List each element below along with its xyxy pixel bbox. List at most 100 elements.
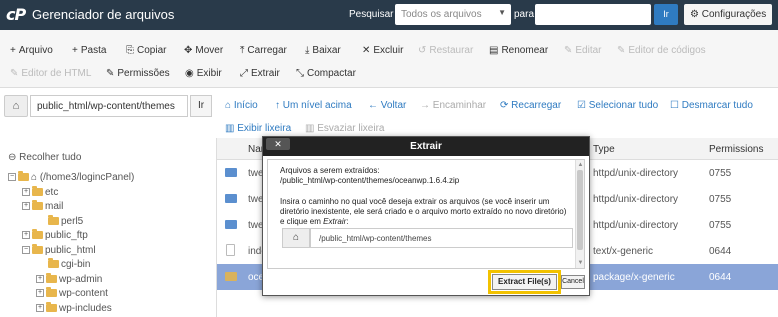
expand-icon[interactable]: +	[36, 303, 44, 312]
toolbar-label: Editor de HTML	[21, 68, 92, 79]
toolbar-carregar-button[interactable]: ⤒ Carregar	[240, 45, 287, 56]
nav-selecionar-tudo-button[interactable]: ☑ Selecionar tudo	[577, 100, 658, 111]
collapse-icon: ⊖	[8, 152, 17, 163]
scroll-thumb[interactable]	[577, 170, 583, 250]
toolbar-mover-button[interactable]: ✥ Mover	[184, 45, 223, 56]
dialog-title: Extrair	[263, 137, 589, 156]
column-header-permissions[interactable]: Permissions	[709, 144, 763, 155]
nav-icon: ⟳	[500, 100, 512, 111]
search-go-button[interactable]: Ir	[654, 4, 678, 25]
tree-item[interactable]: perl5	[36, 214, 83, 227]
nav-encaminhar-button[interactable]: → Encaminhar	[420, 100, 486, 111]
toolbar-icon: ✎	[106, 68, 115, 79]
collapse-all-button[interactable]: ⊖ Recolher tudo	[8, 152, 81, 163]
toolbar-icon: ✎	[564, 45, 573, 56]
expand-icon[interactable]: +	[22, 187, 30, 196]
expand-icon[interactable]: +	[36, 274, 44, 283]
dialog-scrollbar[interactable]: ▲ ▼	[575, 160, 584, 268]
toolbar-extrair-button[interactable]: ⤢ Extrair	[240, 68, 280, 79]
nav-label: Exibir lixeira	[237, 123, 292, 134]
search-input[interactable]	[535, 4, 651, 25]
toolbar-icon: +	[10, 45, 16, 56]
tree-item[interactable]: + mail	[22, 200, 63, 212]
toolbar-pasta-button[interactable]: + Pasta	[72, 45, 106, 56]
tree-item-label: wp-admin	[59, 273, 103, 285]
tree-item-label: (/home3/logincPanel)	[39, 172, 135, 183]
toolbar-icon: ▤	[489, 45, 499, 56]
collapse-icon[interactable]: −	[8, 173, 16, 182]
tree-item[interactable]: − ⌂ (/home3/logincPanel)	[8, 171, 135, 183]
collapse-icon[interactable]: −	[22, 245, 30, 254]
toolbar-editar-button[interactable]: ✎ Editar	[564, 45, 602, 56]
nav-label: Voltar	[380, 100, 407, 111]
scroll-down-icon[interactable]: ▼	[577, 260, 584, 266]
chevron-down-icon: ▼	[498, 8, 506, 17]
toolbar: + Arquivo + Pasta ⎘ Copiar ✥ Mover ⤒ Carregar ⤓ Bai…	[0, 30, 778, 88]
cancel-button[interactable]: Cancel	[561, 275, 585, 289]
nav-label: Encaminhar	[432, 100, 487, 111]
folder-tree: ⊖ Recolher tudo − ⌂ (/home3/logincPanel) +…	[0, 148, 215, 317]
nav-um-n-vel-acima-button[interactable]: ↑ Um nível acima	[275, 100, 352, 111]
expand-icon[interactable]: +	[36, 289, 44, 298]
tree-item[interactable]: + wp-includes	[36, 301, 112, 314]
folder-icon	[32, 229, 43, 240]
folder-icon	[46, 301, 57, 312]
toolbar-restaurar-button[interactable]: ↺ Restaurar	[418, 45, 473, 56]
folder-icon	[48, 258, 59, 269]
toolbar-label: Baixar	[312, 45, 341, 56]
toolbar-editor-de-html-button[interactable]: ✎ Editor de HTML	[10, 68, 91, 79]
toolbar-baixar-button[interactable]: ⤓ Baixar	[305, 45, 341, 56]
tree-item[interactable]: + wp-content	[36, 287, 108, 299]
toolbar-excluir-button[interactable]: ✕ Excluir	[362, 45, 403, 56]
toolbar-icon: ◉	[185, 68, 194, 79]
home-icon[interactable]: ⌂	[4, 95, 28, 117]
path-input[interactable]: public_html/wp-content/themes	[30, 95, 188, 117]
nav-recarregar-button[interactable]: ⟳ Recarregar	[500, 100, 561, 111]
toolbar-label: Extrair	[251, 68, 280, 79]
toolbar-copiar-button[interactable]: ⎘ Copiar	[126, 45, 166, 56]
file-icon	[226, 244, 235, 256]
toolbar-exibir-button[interactable]: ◉ Exibir	[185, 68, 222, 79]
home-icon[interactable]: ⌂	[282, 228, 310, 248]
toolbar-label: Arquivo	[18, 45, 53, 56]
nav-exibir-lixeira-button[interactable]: ▥ Exibir lixeira	[225, 123, 291, 134]
collapse-all-label: Recolher tudo	[19, 152, 82, 163]
tree-item[interactable]: + public_ftp	[22, 229, 88, 241]
toolbar-icon: ⤒	[240, 45, 245, 56]
toolbar-compactar-button[interactable]: ⤡ Compactar	[296, 68, 356, 79]
close-icon[interactable]: ✕	[266, 138, 290, 150]
toolbar-icon: ✥	[184, 45, 193, 56]
tree-item[interactable]: + etc	[22, 185, 58, 198]
extract-instructions: Insira o caminho no qual você deseja ext…	[280, 197, 567, 226]
folder-icon	[18, 171, 29, 182]
nav-esvaziar-lixeira-button[interactable]: ▥ Esvaziar lixeira	[305, 123, 384, 134]
toolbar-icon: ↺	[418, 45, 427, 56]
expand-icon[interactable]: +	[22, 231, 30, 240]
cell-type: httpd/unix-directory	[593, 220, 679, 231]
search-scope-value: Todos os arquivos	[401, 9, 482, 20]
toolbar-icon: +	[72, 45, 78, 56]
nav-voltar-button[interactable]: ← Voltar	[368, 100, 406, 111]
expand-icon[interactable]: +	[22, 202, 30, 211]
toolbar-icon: ⤡	[296, 68, 304, 79]
extract-path-input[interactable]: /public_html/wp-content/themes	[310, 228, 573, 248]
settings-button[interactable]: ⚙ Configurações	[684, 4, 772, 25]
toolbar-editor-de-c-digos-button[interactable]: ✎ Editor de códigos	[617, 45, 706, 56]
search-scope-select[interactable]: Todos os arquivos ▼	[395, 4, 511, 25]
tree-item[interactable]: + wp-admin	[36, 272, 103, 285]
cpanel-logo[interactable]: cP	[6, 5, 26, 24]
toolbar-renomear-button[interactable]: ▤ Renomear	[489, 45, 548, 56]
column-header-type[interactable]: Type	[593, 144, 615, 155]
tree-item[interactable]: − public_html	[22, 243, 96, 256]
path-go-button[interactable]: Ir	[190, 95, 212, 117]
tree-item[interactable]: cgi-bin	[36, 258, 90, 270]
nav-desmarcar-tudo-button[interactable]: ☐ Desmarcar tudo	[670, 100, 753, 111]
nav-in-cio-button[interactable]: ⌂ Início	[225, 100, 258, 111]
search-label: Pesquisar	[349, 9, 394, 20]
scroll-up-icon[interactable]: ▲	[577, 162, 584, 168]
toolbar-arquivo-button[interactable]: + Arquivo	[10, 45, 53, 56]
extract-files-button[interactable]: Extract File(s)	[492, 274, 557, 290]
toolbar-permiss-es-button[interactable]: ✎ Permissões	[106, 68, 170, 79]
cell-type: httpd/unix-directory	[593, 168, 679, 179]
dialog-body: Arquivos a serem extraídos: /public_html…	[267, 159, 585, 269]
